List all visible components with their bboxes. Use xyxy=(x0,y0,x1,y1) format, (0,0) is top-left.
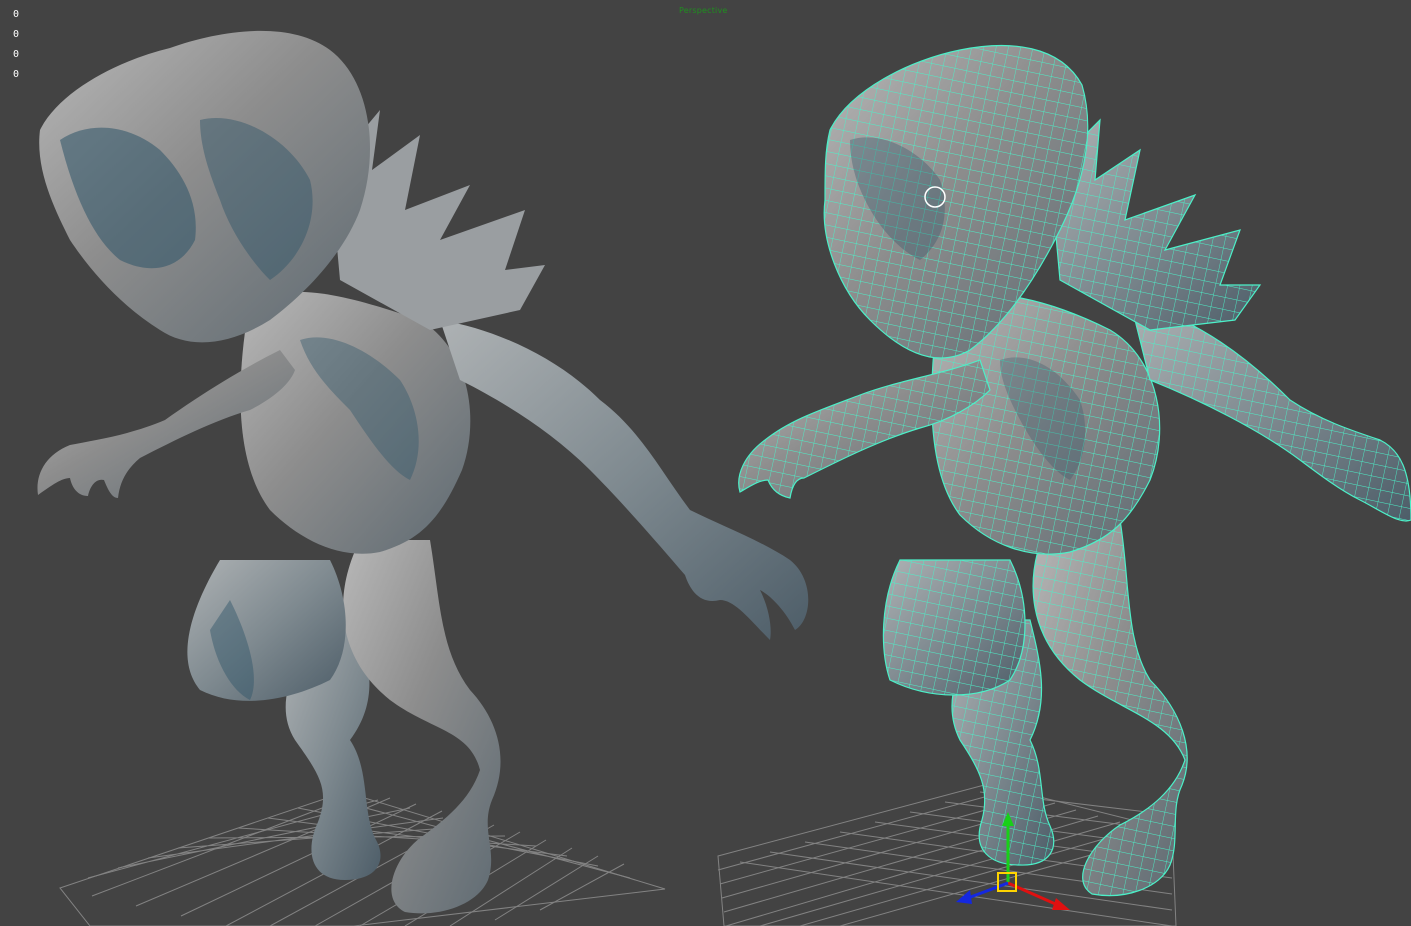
perspective-viewport[interactable]: 0 0 0 0 Perspective xyxy=(0,0,1411,926)
scene-canvas[interactable] xyxy=(0,0,1411,926)
right-creature-wireframe[interactable] xyxy=(738,45,1411,897)
left-creature-sculpt[interactable] xyxy=(37,30,809,914)
